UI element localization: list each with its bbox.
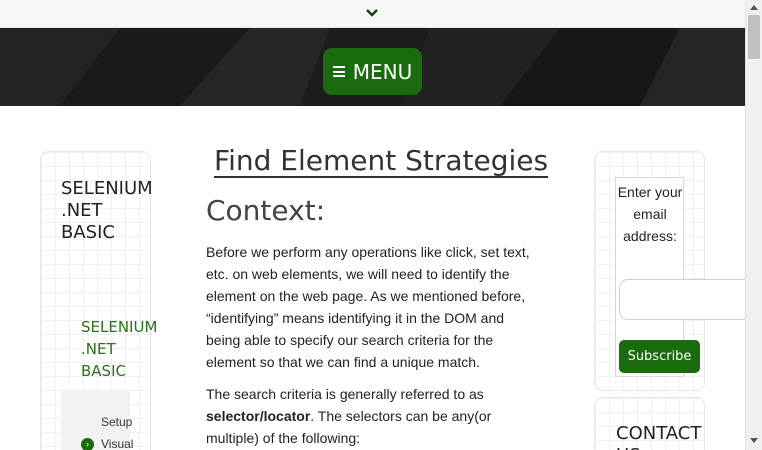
scrollbar-thumb[interactable]	[748, 15, 760, 59]
chevron-down-icon[interactable]	[364, 5, 380, 21]
sidebar-subtitle-link[interactable]: SELENIUM .NET BASIC	[81, 316, 157, 382]
menu-button[interactable]: MENU	[323, 48, 422, 95]
hamburger-icon	[332, 66, 345, 77]
intro-paragraph: Before we perform any operations like cl…	[206, 244, 530, 370]
sidebar-title[interactable]: SELENIUM .NET BASIC	[61, 178, 153, 244]
scroll-up-icon[interactable]	[750, 5, 758, 10]
sidebar-item-setup[interactable]: Setup	[101, 415, 132, 429]
email-field[interactable]	[619, 279, 759, 320]
page-title: Find Element Strategies	[214, 144, 549, 177]
selector-paragraph: The search criteria is generally referre…	[206, 383, 542, 449]
paragraph-text: The search criteria is generally referre…	[206, 386, 484, 402]
subscribe-button[interactable]: Subscribe	[619, 340, 700, 373]
scroll-down-icon[interactable]	[750, 438, 758, 443]
sidebar-item-label: Visual	[101, 437, 134, 450]
vertical-scrollbar[interactable]	[745, 0, 762, 450]
selector-locator-term: selector/locator	[206, 408, 311, 424]
menu-label: MENU	[352, 59, 413, 84]
contact-heading: CONTACT US	[616, 423, 702, 450]
top-bar	[0, 0, 745, 28]
chevron-right-circle-icon: ›	[81, 437, 94, 450]
site-header: MENU	[0, 28, 745, 106]
sidebar-item-visual[interactable]: › Visual	[81, 437, 133, 450]
subscribe-prompt: Enter your email address:	[617, 184, 683, 244]
section-heading: Context:	[206, 194, 326, 227]
